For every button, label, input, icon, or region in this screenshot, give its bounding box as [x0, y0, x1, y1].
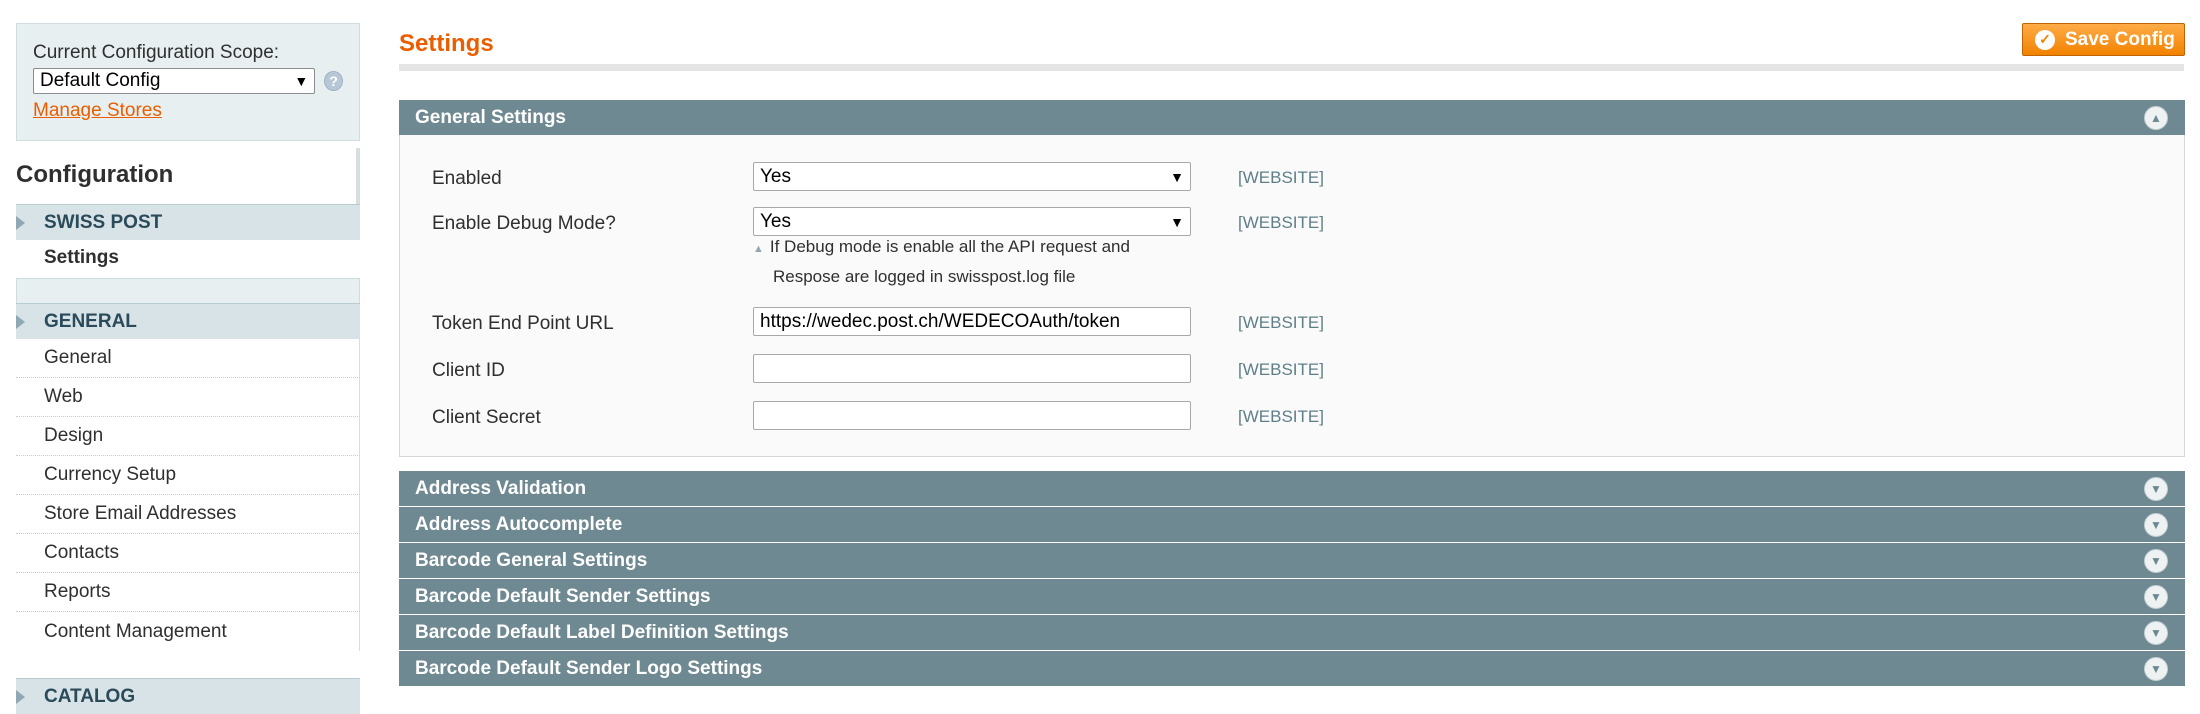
chevron-down-circle-icon[interactable]: ▼: [2144, 476, 2168, 501]
section-general-settings[interactable]: General Settings ▲: [399, 100, 2185, 135]
section-title: Barcode General Settings: [415, 549, 648, 571]
section-title: Barcode Default Sender Logo Settings: [415, 657, 763, 679]
scope-tag: [WEBSITE]: [1238, 213, 1324, 232]
client-id-input[interactable]: [753, 354, 1191, 383]
field-label: Enabled: [432, 168, 502, 189]
scope-select[interactable]: Default Config ▼: [33, 68, 316, 94]
chevron-down-circle-icon[interactable]: ▼: [2144, 548, 2168, 573]
title-divider: [399, 64, 2184, 71]
save-config-button[interactable]: ✓ Save Config: [2022, 23, 2185, 56]
sidebar-divider: [16, 278, 360, 304]
sidebar-tab-general[interactable]: GENERAL: [16, 303, 360, 339]
save-config-label: Save Config: [2065, 28, 2175, 50]
section-barcode-default-label-definition-settings[interactable]: Barcode Default Label Definition Setting…: [399, 615, 2185, 650]
section-title: Barcode Default Label Definition Setting…: [415, 621, 789, 643]
section-barcode-general-settings[interactable]: Barcode General Settings ▼: [399, 543, 2185, 578]
sidebar-tab-label: SWISS POST: [44, 211, 163, 233]
chevron-down-circle-icon[interactable]: ▼: [2144, 584, 2168, 609]
sidebar-item-design[interactable]: Design: [16, 417, 360, 456]
scope-tag: [WEBSITE]: [1238, 360, 1324, 379]
check-circle-icon: ✓: [2035, 29, 2055, 50]
sidebar-item-web[interactable]: Web: [16, 378, 360, 417]
manage-stores-link[interactable]: Manage Stores: [33, 100, 162, 122]
caret-right-icon: [16, 689, 25, 704]
scope-switcher: Current Configuration Scope: Default Con…: [16, 23, 360, 141]
section-title: Address Autocomplete: [415, 513, 623, 535]
chevron-down-circle-icon[interactable]: ▼: [2144, 512, 2168, 537]
section-title: General Settings: [415, 106, 566, 128]
chevron-down-circle-icon[interactable]: ▼: [2144, 620, 2168, 645]
scope-select-value: Default Config: [40, 70, 161, 91]
caret-up-icon: ▲: [753, 243, 764, 255]
client-secret-input[interactable]: [753, 401, 1191, 430]
enabled-select[interactable]: Yes ▼: [753, 162, 1191, 191]
sidebar-tab-swiss-post[interactable]: SWISS POST: [16, 204, 360, 240]
scope-label: Current Configuration Scope:: [33, 42, 280, 63]
scope-tag: [WEBSITE]: [1238, 407, 1324, 426]
section-address-autocomplete[interactable]: Address Autocomplete ▼: [399, 507, 2185, 542]
scope-tag: [WEBSITE]: [1238, 313, 1324, 332]
scope-tag: [WEBSITE]: [1238, 168, 1324, 187]
note-line-2: Respose are logged in swisspost.log file: [773, 267, 1076, 286]
field-label: Token End Point URL: [432, 313, 614, 334]
section-title: Address Validation: [415, 477, 587, 499]
configuration-heading: Configuration: [16, 148, 360, 204]
sidebar-item-contacts[interactable]: Contacts: [16, 534, 360, 573]
sidebar-item-settings[interactable]: Settings: [16, 240, 360, 276]
sidebar-item-reports[interactable]: Reports: [16, 573, 360, 612]
token-url-input[interactable]: https://wedec.post.ch/WEDECOAuth/token: [753, 307, 1191, 336]
sidebar-item-currency-setup[interactable]: Currency Setup: [16, 456, 360, 495]
sidebar-item-label: Settings: [44, 247, 119, 268]
note-line-1: If Debug mode is enable all the API requ…: [769, 237, 1130, 256]
chevron-down-circle-icon[interactable]: ▼: [2144, 656, 2168, 681]
section-barcode-default-sender-logo-settings[interactable]: Barcode Default Sender Logo Settings ▼: [399, 651, 2185, 686]
caret-right-icon: [16, 314, 25, 329]
chevron-down-icon: ▼: [1170, 168, 1184, 185]
sidebar-tab-label: CATALOG: [44, 685, 136, 707]
select-value: Yes: [760, 210, 791, 232]
field-label: Client Secret: [432, 407, 541, 428]
field-label: Enable Debug Mode?: [432, 213, 616, 234]
debug-mode-note: ▲ If Debug mode is enable all the API req…: [753, 233, 1193, 291]
sidebar-general-list: General Web Design Currency Setup Store …: [16, 339, 360, 651]
chevron-up-circle-icon[interactable]: ▲: [2144, 105, 2168, 130]
debug-mode-select[interactable]: Yes ▼: [753, 207, 1191, 236]
chevron-down-icon: ▼: [294, 73, 309, 89]
sidebar-tab-catalog[interactable]: CATALOG: [16, 678, 360, 714]
section-address-validation[interactable]: Address Validation ▼: [399, 471, 2185, 506]
page-title: Settings: [399, 30, 494, 57]
select-value: Yes: [760, 165, 791, 187]
sidebar-item-store-email-addresses[interactable]: Store Email Addresses: [16, 495, 360, 534]
section-title: Barcode Default Sender Settings: [415, 585, 711, 607]
scope-row: Default Config ▼ ?: [33, 68, 343, 94]
help-icon[interactable]: ?: [324, 71, 343, 91]
sidebar-item-general[interactable]: General: [16, 339, 360, 378]
chevron-down-icon: ▼: [1170, 213, 1184, 230]
sidebar-item-content-management[interactable]: Content Management: [16, 612, 360, 651]
field-label: Client ID: [432, 360, 505, 381]
section-barcode-default-sender-settings[interactable]: Barcode Default Sender Settings ▼: [399, 579, 2185, 614]
sidebar-tab-label: GENERAL: [44, 310, 137, 332]
general-settings-fieldset: Enabled Yes ▼ [WEBSITE] Enable Debug Mod…: [399, 135, 2185, 457]
caret-right-icon: [16, 215, 25, 230]
